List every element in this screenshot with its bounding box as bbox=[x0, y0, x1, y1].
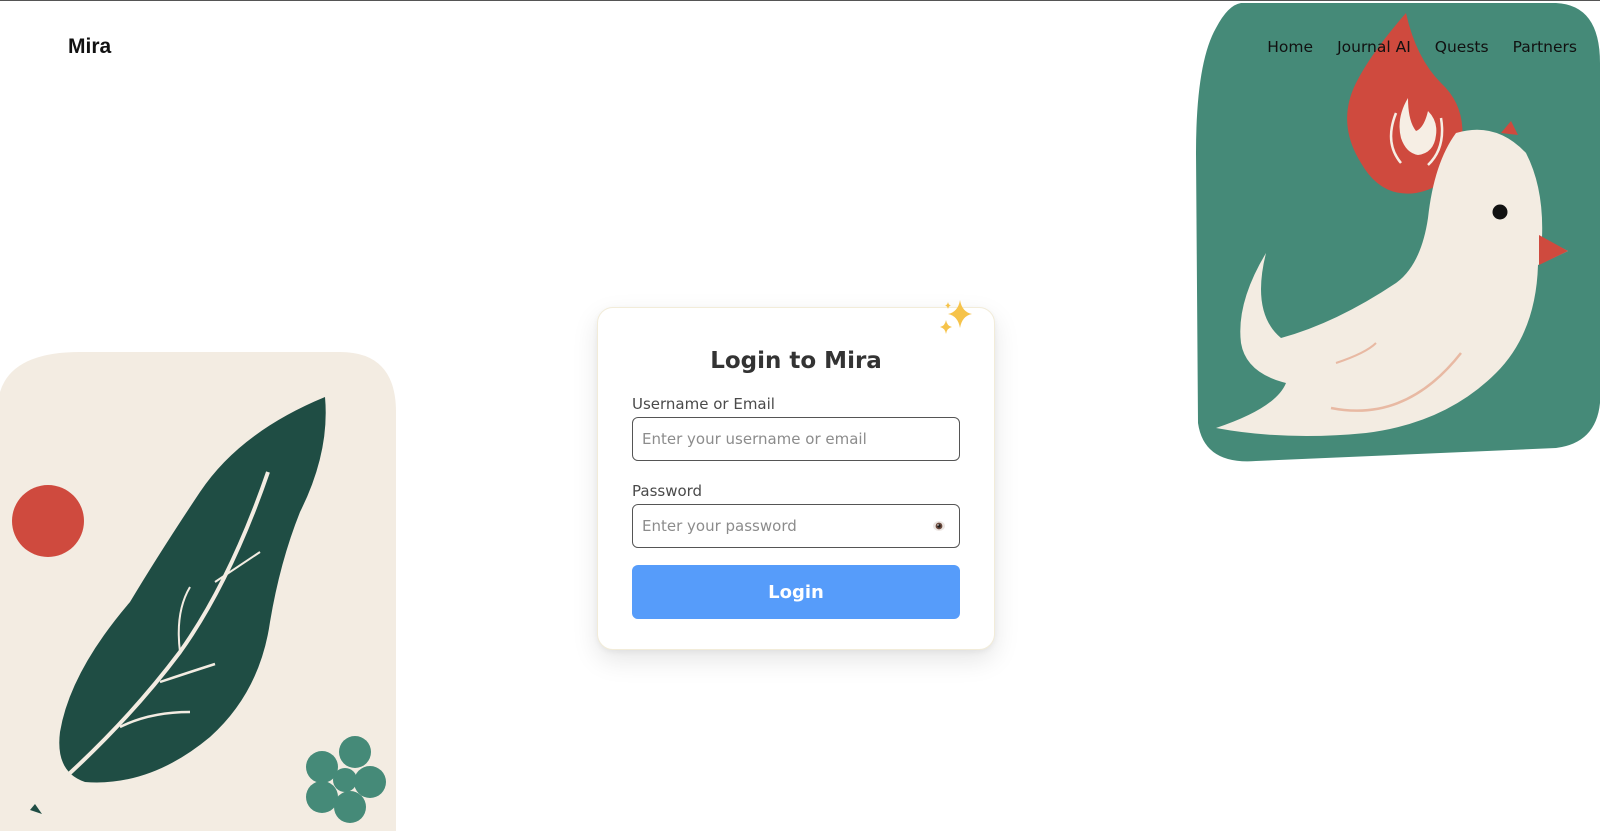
login-title: Login to Mira bbox=[710, 348, 882, 374]
login-card: Login to Mira Username or Email Password… bbox=[597, 300, 995, 650]
logo[interactable]: Mira bbox=[68, 35, 111, 59]
main-nav: Home Journal AI Quests Partners bbox=[1267, 38, 1577, 56]
leaf-illustration bbox=[0, 352, 396, 831]
nav-link-partners[interactable]: Partners bbox=[1513, 38, 1577, 56]
nav-link-journal-ai[interactable]: Journal AI bbox=[1337, 38, 1411, 56]
username-input[interactable] bbox=[632, 417, 960, 461]
bird-illustration bbox=[1196, 3, 1600, 462]
login-page: Mira Home Journal AI Quests Partners Log… bbox=[0, 0, 1600, 831]
password-field-wrap bbox=[632, 504, 960, 548]
login-button[interactable]: Login bbox=[632, 565, 960, 619]
nav-link-quests[interactable]: Quests bbox=[1435, 38, 1489, 56]
eye-icon[interactable] bbox=[932, 519, 946, 533]
sun-icon bbox=[12, 485, 84, 557]
username-field-wrap bbox=[632, 417, 960, 461]
sparkles-icon bbox=[940, 300, 972, 334]
username-label: Username or Email bbox=[632, 395, 775, 413]
nav-link-home[interactable]: Home bbox=[1267, 38, 1313, 56]
password-label: Password bbox=[632, 482, 703, 500]
password-input[interactable] bbox=[632, 504, 960, 548]
